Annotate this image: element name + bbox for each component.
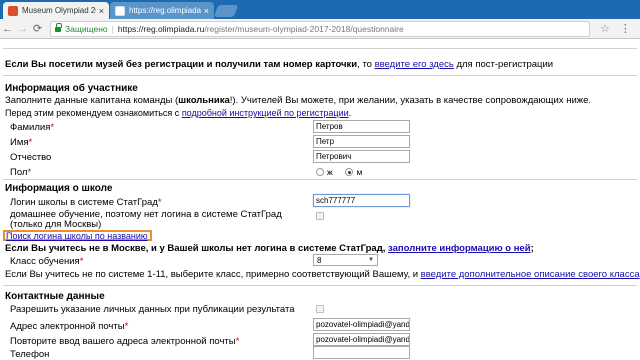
intro-comma: ,: [357, 59, 360, 70]
middlename-input[interactable]: Петрович: [313, 150, 410, 163]
firstname-label: Имя*: [10, 137, 32, 148]
homeschool-label-2: (только для Москвы): [10, 219, 102, 230]
label-text: Класс обучения: [10, 256, 80, 267]
instr-text: Перед этим рекомендуем ознакомиться с: [5, 108, 180, 118]
lastname-label: Фамилия*: [10, 122, 54, 133]
required-mark: *: [235, 336, 240, 347]
label-text: Адрес электронной почты: [10, 321, 125, 332]
url-host: https://reg.olimpiada.ru: [117, 23, 205, 34]
email-repeat-label: Повторите ввод вашего адреса электронной…: [10, 336, 239, 347]
intro-question: Если Вы посетили музей без регистрации и…: [5, 59, 358, 70]
label-text: Повторите ввод вашего адреса электронной…: [10, 336, 236, 347]
divider: [3, 179, 637, 180]
grade-select-value: 8: [317, 255, 322, 265]
intro-suffix: для пост-регистрации: [456, 59, 554, 70]
new-tab-button[interactable]: [213, 5, 239, 17]
fill-school-info-link[interactable]: заполните информацию о ней: [388, 243, 531, 254]
bookmark-star-icon[interactable]: ☆: [600, 22, 610, 35]
school-heading: Информация о школе: [5, 183, 113, 194]
forward-arrow-icon[interactable]: →: [15, 23, 30, 35]
tab-close-icon[interactable]: ×: [99, 6, 104, 16]
sex-male-radio[interactable]: [345, 168, 354, 176]
email-repeat-input[interactable]: pozovatel-olimpiadi@yandex: [313, 333, 410, 346]
sex-label: Пол*: [10, 167, 31, 178]
intro-to: то: [362, 59, 372, 70]
sex-radio-group: ж м: [316, 167, 362, 177]
homeschool-checkbox[interactable]: [316, 212, 324, 220]
site-favicon-icon: [8, 5, 18, 16]
grade-select[interactable]: 8 ▼: [313, 254, 378, 266]
lastname-input[interactable]: Петров: [313, 120, 410, 133]
email-input[interactable]: pozovatel-olimpiadi@yandex: [313, 318, 410, 331]
grade-label: Класс обучения*: [10, 256, 83, 267]
school-login-label: Логин школы в системе СтатГрад*: [10, 197, 162, 208]
required-mark: *: [157, 197, 162, 208]
tab-reg-olimpiada[interactable]: https://reg.olimpiada.ru ×: [110, 2, 214, 19]
url-separator: |: [111, 23, 114, 34]
school-search-link[interactable]: Поиск логина школы по названию: [6, 231, 148, 241]
chevron-down-icon: ▼: [368, 257, 374, 263]
instructions-link[interactable]: подробной инструкцией по регистрации: [182, 108, 349, 118]
desc-text: !). Учителей Вы можете, при желании, ука…: [229, 95, 592, 106]
not-moscow-suffix: ;: [530, 243, 534, 254]
tab-museum-olympiad[interactable]: Museum Olympiad 2017 ×: [3, 2, 109, 19]
secure-label: Защищено: [65, 23, 108, 34]
url-input[interactable]: Защищено | https://reg.olimpiada.ru/regi…: [50, 20, 590, 37]
email-label: Адрес электронной почты*: [10, 321, 128, 332]
sex-male-label: м: [356, 167, 363, 177]
required-mark: *: [27, 167, 32, 178]
tab-title: https://reg.olimpiada.ru: [129, 6, 201, 15]
divider: [3, 48, 637, 49]
not-moscow-text: Если Вы учитесь не в Москве, и у Вашей ш…: [5, 243, 386, 254]
firstname-input[interactable]: Петр: [313, 135, 410, 148]
lock-icon: [55, 23, 62, 32]
phone-input[interactable]: [313, 346, 410, 359]
required-mark: *: [124, 321, 129, 332]
divider: [3, 285, 637, 286]
sex-female-radio[interactable]: [316, 168, 324, 176]
required-mark: *: [79, 256, 84, 267]
allow-publish-checkbox[interactable]: [316, 305, 324, 313]
tab-close-icon[interactable]: ×: [204, 6, 209, 16]
label-text: Логин школы в системе СтатГрад: [10, 197, 158, 208]
label-text: Имя: [10, 137, 29, 148]
instr-dot: .: [348, 108, 352, 118]
address-bar-row: ← → ⟳ Защищено | https://reg.olimpiada.r…: [0, 19, 640, 39]
grade-hint-text: Если Вы учитесь не по системе 1-11, выбе…: [5, 269, 419, 280]
back-arrow-icon[interactable]: ←: [0, 23, 15, 35]
divider: [3, 75, 637, 76]
intro-line: Если Вы посетили музей без регистрации и…: [5, 59, 553, 70]
browser-tabstrip: Museum Olympiad 2017 × https://reg.olimp…: [0, 0, 640, 19]
required-mark: *: [50, 122, 55, 133]
desc-bold: школьника: [178, 95, 230, 106]
not-moscow-line: Если Вы учитесь не в Москве, и у Вашей ш…: [5, 243, 534, 254]
enter-card-link[interactable]: введите его здесь: [375, 59, 454, 70]
phone-label: Телефон: [10, 349, 50, 360]
participant-instructions: Перед этим рекомендуем ознакомиться с по…: [5, 108, 351, 118]
school-login-input[interactable]: sch777777: [313, 194, 410, 207]
middlename-label: Отчество: [10, 152, 52, 163]
grade-hint-line: Если Вы учитесь не по системе 1-11, выбе…: [5, 269, 640, 280]
label-text: Фамилия: [10, 122, 51, 133]
browser-menu-icon[interactable]: ⋮: [620, 22, 631, 35]
grade-description-link[interactable]: введите дополнительное описание своего к…: [421, 269, 640, 280]
desc-text: Заполните данные капитана команды (: [5, 95, 179, 106]
tab-title: Museum Olympiad 2017: [22, 6, 96, 15]
required-mark: *: [28, 137, 33, 148]
label-text: Пол: [10, 167, 28, 178]
page-favicon-icon: [115, 5, 125, 16]
allow-publish-label: Разрешить указание личных данных при пуб…: [10, 304, 295, 315]
contacts-heading: Контактные данные: [5, 291, 105, 302]
sex-female-label: ж: [327, 167, 333, 177]
participant-heading: Информация об участнике: [5, 83, 138, 94]
questionnaire-page: Если Вы посетили музей без регистрации и…: [0, 40, 640, 360]
participant-description: Заполните данные капитана команды (школь…: [5, 95, 591, 106]
reload-icon[interactable]: ⟳: [30, 22, 45, 35]
url-path: /register/museum-olympiad-2017-2018/ques…: [204, 23, 404, 34]
